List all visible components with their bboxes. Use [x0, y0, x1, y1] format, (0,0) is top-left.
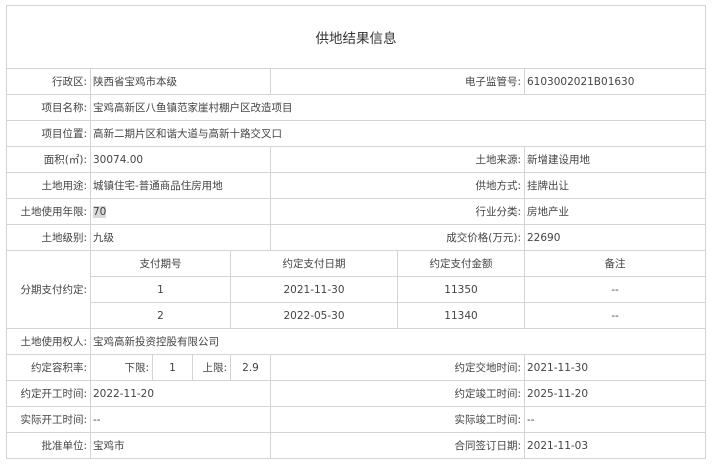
far-label: 约定容积率: — [6, 354, 91, 381]
land-source-value: 新增建设用地 — [524, 146, 706, 173]
project-location-value: 高新二期片区和谐大道与高新十路交叉口 — [90, 120, 706, 147]
industry-value: 房地产业 — [524, 198, 706, 225]
payment-header-amount: 约定支付金额 — [397, 250, 525, 277]
supply-method-label: 供地方式: — [270, 172, 525, 199]
area-label: 面积(㎡): — [6, 146, 91, 173]
payment-date: 2022-05-30 — [230, 302, 398, 329]
table-row: 2 2022-05-30 11340 -- — [7, 302, 706, 329]
far-lower-label: 下限: — [90, 354, 153, 381]
row-approver: 批准单位: 宝鸡市 合同签订日期: 2021-11-03 — [6, 432, 706, 459]
project-name-value: 宝鸡高新区八鱼镇范家崖村棚户区改造项目 — [90, 94, 706, 121]
payment-period: 2 — [90, 302, 231, 329]
project-name-label: 项目名称: — [6, 94, 91, 121]
price-value: 22690 — [524, 224, 706, 251]
payment-period: 1 — [90, 276, 231, 303]
row-start-time: 约定开工时间: 2022-11-20 约定竣工时间: 2025-11-20 — [6, 380, 706, 407]
price-label: 成交价格(万元): — [270, 224, 525, 251]
actual-start-label: 实际开工时间: — [6, 406, 91, 433]
use-years-label: 土地使用年限: — [6, 198, 91, 225]
row-land-user: 土地使用权人: 宝鸡高新投资控股有限公司 — [6, 328, 706, 355]
delivery-time-label: 约定交地时间: — [270, 354, 525, 381]
supervision-no-label: 电子监管号: — [270, 68, 525, 95]
row-actual-start: 实际开工时间: -- 实际竣工时间: -- — [6, 406, 706, 433]
actual-start-value: -- — [90, 406, 271, 433]
row-far: 约定容积率: 下限: 1 上限: 2.9 约定交地时间: 2021-11-30 — [6, 354, 706, 381]
contract-date-label: 合同签订日期: — [270, 432, 525, 459]
payment-amount: 11350 — [397, 276, 525, 303]
use-years-value-cell: 70 — [90, 198, 271, 225]
far-upper-value: 2.9 — [230, 354, 271, 381]
land-use-value: 城镇住宅-普通商品住房用地 — [90, 172, 271, 199]
approver-label: 批准单位: — [6, 432, 91, 459]
finish-time-label: 约定竣工时间: — [270, 380, 525, 407]
payment-note: -- — [524, 302, 706, 329]
use-years-value: 70 — [93, 205, 107, 218]
actual-finish-value: -- — [524, 406, 706, 433]
payment-label: 分期支付约定: — [6, 250, 91, 329]
finish-time-value: 2025-11-20 — [524, 380, 706, 407]
payment-date: 2021-11-30 — [230, 276, 398, 303]
payment-header-row: 分期支付约定: 支付期号 约定支付日期 约定支付金额 备注 — [6, 250, 706, 329]
land-grade-value: 九级 — [90, 224, 271, 251]
land-grade-label: 土地级别: — [6, 224, 91, 251]
payment-header-note: 备注 — [524, 250, 706, 277]
contract-date-value: 2021-11-03 — [524, 432, 706, 459]
row-project-location: 项目位置: 高新二期片区和谐大道与高新十路交叉口 — [6, 120, 706, 147]
industry-label: 行业分类: — [270, 198, 525, 225]
row-land-grade: 土地级别: 九级 成交价格(万元): 22690 — [6, 224, 706, 251]
land-user-label: 土地使用权人: — [6, 328, 91, 355]
approver-value: 宝鸡市 — [90, 432, 271, 459]
row-use-years: 土地使用年限: 70 行业分类: 房地产业 — [6, 198, 706, 225]
row-land-use: 土地用途: 城镇住宅-普通商品住房用地 供地方式: 挂牌出让 — [6, 172, 706, 199]
area-value: 30074.00 — [90, 146, 271, 173]
project-location-label: 项目位置: — [6, 120, 91, 147]
payment-amount: 11340 — [397, 302, 525, 329]
land-supply-result-panel: 供地结果信息 行政区: 陕西省宝鸡市本级 电子监管号: 6103002021B0… — [6, 5, 706, 459]
row-district: 行政区: 陕西省宝鸡市本级 电子监管号: 6103002021B01630 — [6, 68, 706, 95]
actual-finish-label: 实际竣工时间: — [270, 406, 525, 433]
land-supply-table: 供地结果信息 行政区: 陕西省宝鸡市本级 电子监管号: 6103002021B0… — [6, 5, 706, 459]
payment-header-period: 支付期号 — [90, 250, 231, 277]
district-value: 陕西省宝鸡市本级 — [90, 68, 271, 95]
supply-method-value: 挂牌出让 — [524, 172, 706, 199]
land-user-value: 宝鸡高新投资控股有限公司 — [90, 328, 706, 355]
payment-note: -- — [524, 276, 706, 303]
land-use-label: 土地用途: — [6, 172, 91, 199]
title-row: 供地结果信息 — [6, 5, 706, 69]
district-label: 行政区: — [6, 68, 91, 95]
row-project-name: 项目名称: 宝鸡高新区八鱼镇范家崖村棚户区改造项目 — [6, 94, 706, 121]
far-upper-label: 上限: — [192, 354, 231, 381]
delivery-time-value: 2021-11-30 — [524, 354, 706, 381]
supervision-no-value: 6103002021B01630 — [524, 68, 706, 95]
start-time-label: 约定开工时间: — [6, 380, 91, 407]
table-row: 1 2021-11-30 11350 -- — [7, 276, 706, 303]
row-area: 面积(㎡): 30074.00 土地来源: 新增建设用地 — [6, 146, 706, 173]
start-time-value: 2022-11-20 — [90, 380, 271, 407]
payment-header-date: 约定支付日期 — [230, 250, 398, 277]
page-title: 供地结果信息 — [6, 5, 706, 69]
far-lower-value: 1 — [152, 354, 193, 381]
land-source-label: 土地来源: — [270, 146, 525, 173]
